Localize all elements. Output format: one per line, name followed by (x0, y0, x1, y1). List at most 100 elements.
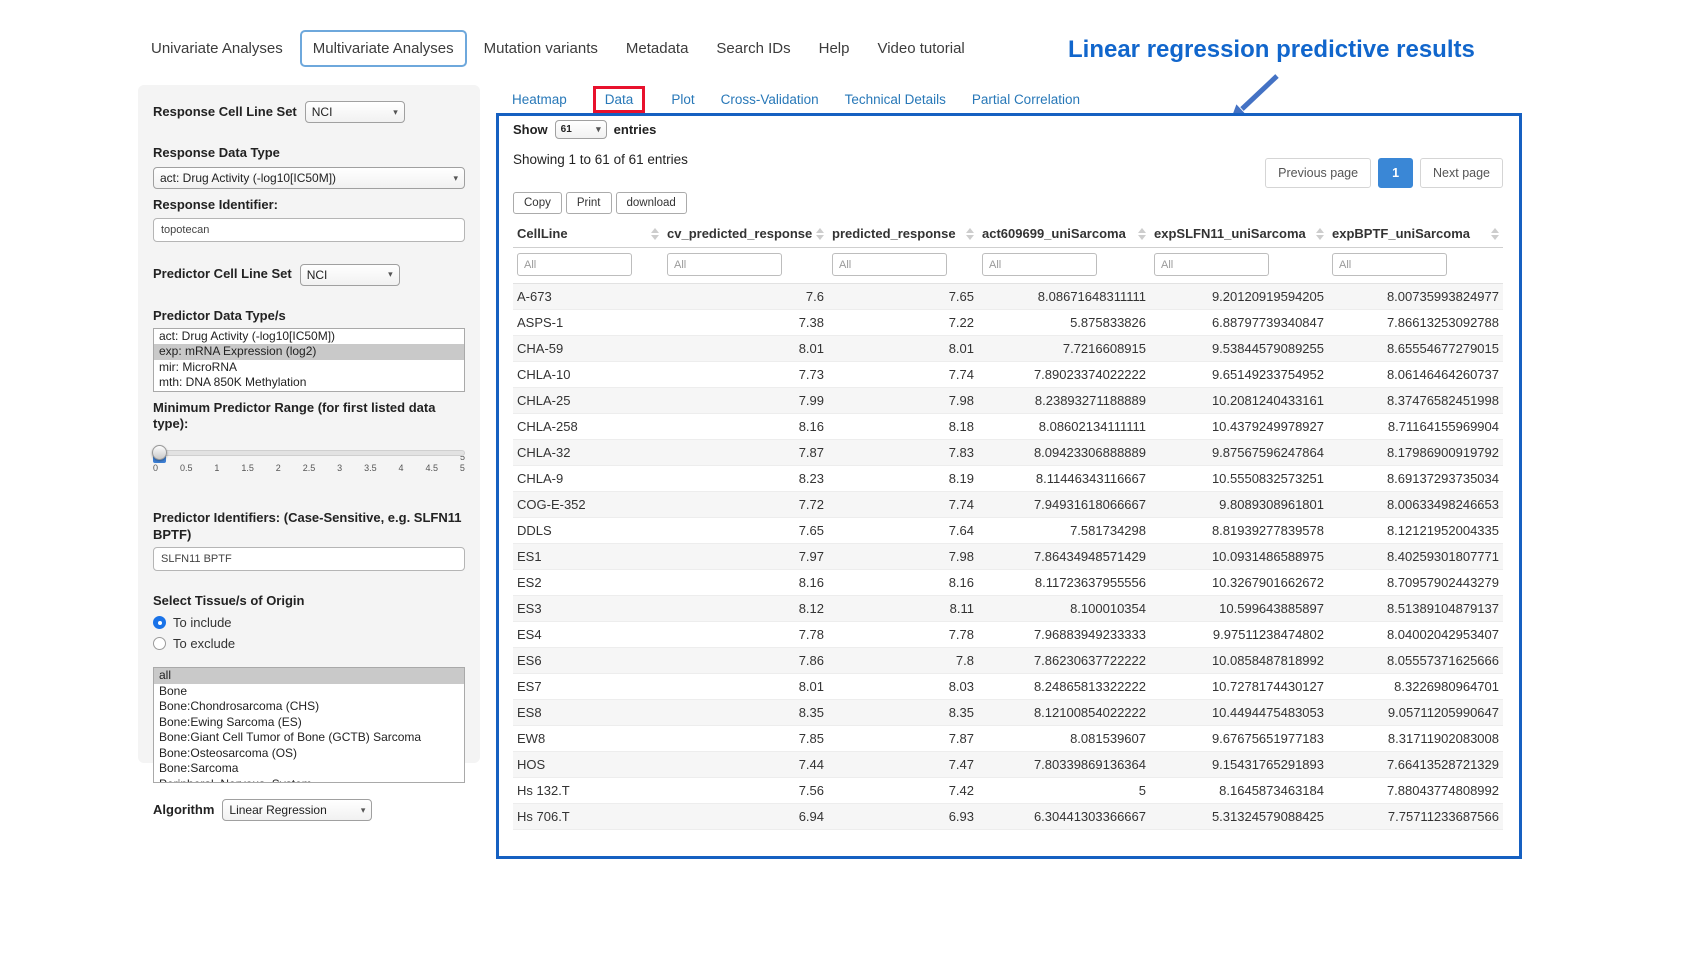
table-row[interactable]: CHLA-327.877.838.094233068888899.8756759… (513, 440, 1503, 466)
tissue-listbox[interactable]: allBoneBone:Chondrosarcoma (CHS)Bone:Ewi… (153, 667, 465, 783)
sort-desc-icon (651, 235, 659, 240)
predictor-cell-line-set-select[interactable]: NCI ▾ (300, 264, 400, 286)
listbox-option-mir-microrna[interactable]: mir: MicroRNA (154, 360, 464, 376)
nav-item-multivariate-analyses[interactable]: Multivariate Analyses (300, 30, 467, 67)
response-identifier-input[interactable] (153, 218, 465, 242)
filter-input-expbptf-unisarcoma[interactable] (1332, 253, 1447, 276)
listbox-option-bone-osteosarcoma-os[interactable]: Bone:Osteosarcoma (OS) (154, 746, 464, 762)
cell-line: ES4 (513, 622, 663, 648)
current-page-button[interactable]: 1 (1378, 158, 1413, 188)
table-row[interactable]: DDLS7.657.647.5817342988.819392778395788… (513, 518, 1503, 544)
column-label: expSLFN11_uniSarcoma (1154, 226, 1306, 241)
predictor-data-types-listbox[interactable]: act: Drug Activity (-log10[IC50M])exp: m… (153, 328, 465, 392)
listbox-option-mth-dna-850k-methylation[interactable]: mth: DNA 850K Methylation (154, 375, 464, 391)
filter-input-expslfn11-unisarcoma[interactable] (1154, 253, 1269, 276)
tab-plot[interactable]: Plot (671, 92, 694, 107)
print-button[interactable]: Print (566, 192, 612, 214)
radio-to-include[interactable]: To include (153, 615, 465, 630)
table-row[interactable]: CHLA-257.997.988.2389327118888910.208124… (513, 388, 1503, 414)
tab-partial-correlation[interactable]: Partial Correlation (972, 92, 1080, 107)
column-header-predicted-response[interactable]: predicted_response (828, 220, 978, 248)
cell-value: 8.12 (663, 596, 828, 622)
slider-track[interactable] (153, 450, 465, 456)
column-header-act609699-unisarcoma[interactable]: act609699_uniSarcoma (978, 220, 1150, 248)
tab-heatmap[interactable]: Heatmap (512, 92, 567, 107)
cell-value: 10.599643885897 (1150, 596, 1328, 622)
copy-button[interactable]: Copy (513, 192, 562, 214)
table-row[interactable]: ES67.867.87.8623063772222210.08584878189… (513, 648, 1503, 674)
table-row[interactable]: EW87.857.878.0815396079.676756519771838.… (513, 726, 1503, 752)
listbox-option-bone[interactable]: Bone (154, 684, 464, 700)
filter-input-cv-predicted-response[interactable] (667, 253, 782, 276)
nav-item-univariate-analyses[interactable]: Univariate Analyses (140, 32, 294, 65)
table-row[interactable]: ES88.358.358.1210085402222210.4494475483… (513, 700, 1503, 726)
tab-technical-details[interactable]: Technical Details (845, 92, 946, 107)
nav-item-video-tutorial[interactable]: Video tutorial (866, 32, 975, 65)
listbox-option-bone-chondrosarcoma-chs[interactable]: Bone:Chondrosarcoma (CHS) (154, 699, 464, 715)
algorithm-select[interactable]: Linear Regression ▾ (222, 799, 372, 821)
radio-to-exclude[interactable]: To exclude (153, 636, 465, 651)
slider-tick-label: 2 (276, 463, 281, 473)
table-row[interactable]: CHLA-2588.168.188.0860213411111110.43792… (513, 414, 1503, 440)
column-header-cv-predicted-response[interactable]: cv_predicted_response (663, 220, 828, 248)
table-row[interactable]: A-6737.67.658.086716483111119.2012091959… (513, 284, 1503, 310)
table-row[interactable]: ES38.128.118.10001035410.5996438858978.5… (513, 596, 1503, 622)
cell-value: 9.15431765291893 (1150, 752, 1328, 778)
filter-input-predicted-response[interactable] (832, 253, 947, 276)
listbox-option-exp-mrna-expression-log2[interactable]: exp: mRNA Expression (log2) (154, 344, 464, 360)
table-row[interactable]: ASPS-17.387.225.8758338266.8879773934084… (513, 310, 1503, 336)
table-row[interactable]: CHLA-107.737.747.890233740222229.6514923… (513, 362, 1503, 388)
response-data-type-select[interactable]: act: Drug Activity (-log10[IC50M]) ▾ (153, 167, 465, 189)
min-predictor-range-slider[interactable]: 0 5 00.511.522.533.544.55 (153, 450, 465, 502)
filter-input-cellline[interactable] (517, 253, 632, 276)
cell-value: 8.17986900919792 (1328, 440, 1503, 466)
listbox-option-bone-sarcoma[interactable]: Bone:Sarcoma (154, 761, 464, 777)
table-row[interactable]: CHA-598.018.017.72166089159.538445790892… (513, 336, 1503, 362)
nav-item-help[interactable]: Help (808, 32, 861, 65)
cell-value: 9.8089308961801 (1150, 492, 1328, 518)
cell-line: A-673 (513, 284, 663, 310)
entries-select[interactable]: 61 ▾ (555, 120, 607, 139)
table-row[interactable]: ES28.168.168.1172363795555610.3267901662… (513, 570, 1503, 596)
column-header-cellline[interactable]: CellLine (513, 220, 663, 248)
predictor-identifiers-input[interactable] (153, 547, 465, 571)
cell-value: 10.2081240433161 (1150, 388, 1328, 414)
filter-input-act609699-unisarcoma[interactable] (982, 253, 1097, 276)
cell-value: 10.3267901662672 (1150, 570, 1328, 596)
download-button[interactable]: download (616, 192, 687, 214)
table-row[interactable]: ES17.977.987.8643494857142910.0931486588… (513, 544, 1503, 570)
nav-item-metadata[interactable]: Metadata (615, 32, 700, 65)
listbox-option-all[interactable]: all (154, 668, 464, 684)
table-row[interactable]: CHLA-98.238.198.1144634311666710.5550832… (513, 466, 1503, 492)
tab-data[interactable]: Data (593, 86, 646, 113)
listbox-option-act-drug-activity-log10-ic50m[interactable]: act: Drug Activity (-log10[IC50M]) (154, 329, 464, 345)
cell-value: 7.64 (828, 518, 978, 544)
next-page-button[interactable]: Next page (1420, 158, 1503, 188)
listbox-option-bone-giant-cell-tumor-of-bone-gctb-sarcoma[interactable]: Bone:Giant Cell Tumor of Bone (GCTB) Sar… (154, 730, 464, 746)
column-header-expbptf-unisarcoma[interactable]: expBPTF_uniSarcoma (1328, 220, 1503, 248)
column-header-expslfn11-unisarcoma[interactable]: expSLFN11_uniSarcoma (1150, 220, 1328, 248)
table-row[interactable]: COG-E-3527.727.747.949316180666679.80893… (513, 492, 1503, 518)
table-row[interactable]: HOS7.447.477.803398691363649.15431765291… (513, 752, 1503, 778)
nav-item-mutation-variants[interactable]: Mutation variants (473, 32, 609, 65)
cell-value: 7.74 (828, 362, 978, 388)
response-cell-line-set-select[interactable]: NCI ▾ (305, 101, 405, 123)
cell-value: 5.875833826 (978, 310, 1150, 336)
cell-line: ES1 (513, 544, 663, 570)
tab-cross-validation[interactable]: Cross-Validation (721, 92, 819, 107)
select-value: Linear Regression (229, 803, 326, 817)
table-row[interactable]: Hs 132.T7.567.4258.16458734631847.880437… (513, 778, 1503, 804)
nav-item-search-ids[interactable]: Search IDs (705, 32, 801, 65)
table-row[interactable]: ES78.018.038.2486581332222210.7278174430… (513, 674, 1503, 700)
cell-value: 8.09423306888889 (978, 440, 1150, 466)
entries-label: entries (614, 122, 657, 137)
previous-page-button[interactable]: Previous page (1265, 158, 1371, 188)
cell-value: 7.87 (663, 440, 828, 466)
chevron-down-icon: ▾ (388, 270, 393, 279)
slider-tick-label: 2.5 (303, 463, 316, 473)
table-row[interactable]: ES47.787.787.968839492333339.97511238474… (513, 622, 1503, 648)
cell-line: CHLA-32 (513, 440, 663, 466)
cell-value: 8.81939277839578 (1150, 518, 1328, 544)
table-row[interactable]: Hs 706.T6.946.936.304413033666675.313245… (513, 804, 1503, 830)
listbox-option-bone-ewing-sarcoma-es[interactable]: Bone:Ewing Sarcoma (ES) (154, 715, 464, 731)
